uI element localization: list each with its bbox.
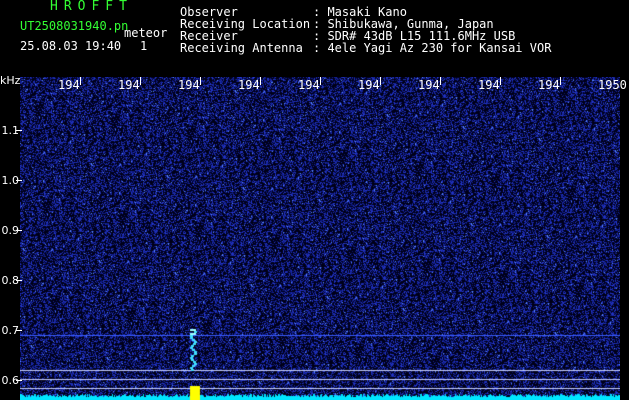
y-tick-mark [16,230,22,231]
x-tick-label: 194 [358,78,380,92]
x-tick-mark [200,77,201,85]
x-tick-mark [80,77,81,85]
x-tick-mark [320,77,321,85]
x-tick-mark [140,77,141,85]
x-tick-label: 194 [238,78,260,92]
detection-tag: meteor [124,26,168,40]
x-tick-label: 194 [418,78,440,92]
x-tick-label: 194 [178,78,200,92]
x-tick-label: 194 [298,78,320,92]
meteor-count: 1 [140,39,148,53]
filename-label: UT2508031940.pn [20,19,129,33]
y-tick-mark [16,180,22,181]
x-tick-label: 194 [478,78,500,92]
hrofft-screen: HROFFT UT2508031940.pn meteor 25.08.03 1… [0,0,629,400]
info-label: Receiving Antenna [180,41,303,55]
y-tick-mark [16,380,22,381]
x-tick-label: 1950 [598,78,627,92]
y-axis-unit: kHz [0,74,21,87]
x-tick-label: 194 [118,78,140,92]
waterfall-spectrogram [20,77,620,400]
x-tick-mark [560,77,561,85]
x-tick-mark [380,77,381,85]
y-tick-mark [16,330,22,331]
y-tick-mark [16,280,22,281]
info-value: : 4ele Yagi Az 230 for Kansai VOR [313,41,552,55]
x-tick-mark [500,77,501,85]
waterfall-canvas [20,77,620,400]
x-tick-mark [440,77,441,85]
app-brand: HROFFT [50,0,133,14]
datetime-label: 25.08.03 19:40 [20,39,122,53]
x-tick-label: 194 [58,78,80,92]
y-tick-mark [16,130,22,131]
x-tick-label: 194 [538,78,560,92]
x-tick-mark [260,77,261,85]
